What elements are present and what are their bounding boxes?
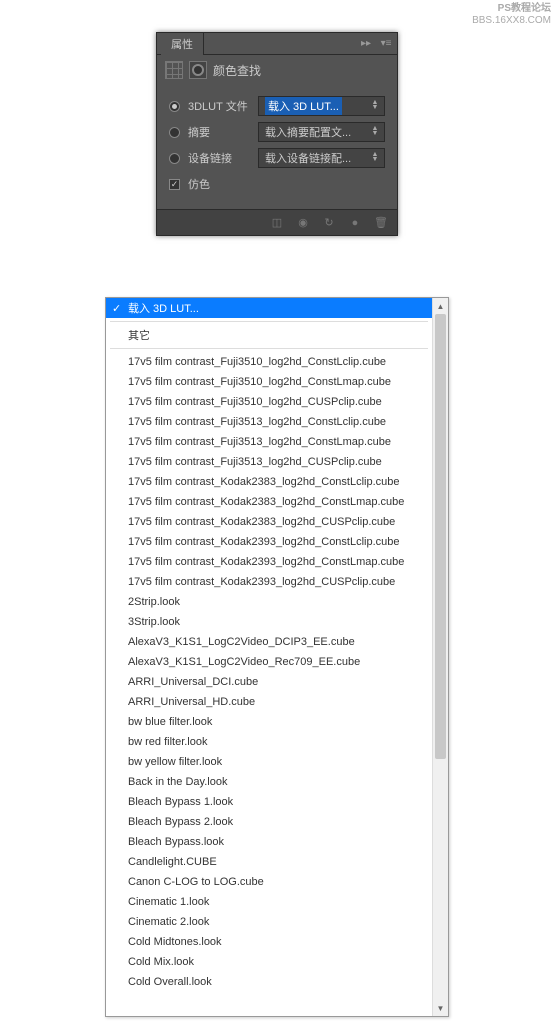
dropdown-devicelink-value: 载入设备链接配...: [265, 150, 351, 166]
properties-panel: 属性 ▸▸ ▾≡ 颜色查找 3DLUT 文件 载入 3D LUT... ▲▼ 摘…: [156, 32, 398, 236]
radio-abstract[interactable]: [169, 127, 180, 138]
stepper-icon: ▲▼: [368, 101, 382, 111]
list-item[interactable]: Bleach Bypass 1.look: [106, 792, 432, 812]
dropdown-abstract[interactable]: 载入摘要配置文... ▲▼: [258, 122, 385, 142]
panel-body: 3DLUT 文件 载入 3D LUT... ▲▼ 摘要 载入摘要配置文... ▲…: [157, 85, 397, 209]
list-item[interactable]: 3Strip.look: [106, 612, 432, 632]
watermark-line1: PS教程论坛: [472, 3, 551, 15]
list-item[interactable]: 17v5 film contrast_Kodak2383_log2hd_Cons…: [106, 472, 432, 492]
panel-tab-properties[interactable]: 属性: [161, 33, 204, 55]
panel-subheader: 颜色查找: [157, 55, 397, 85]
clip-icon[interactable]: ◫: [269, 216, 285, 230]
panel-title: 颜色查找: [213, 62, 261, 79]
list-item[interactable]: bw red filter.look: [106, 732, 432, 752]
lut-dropdown-list: 载入 3D LUT... 其它 17v5 film contrast_Fuji3…: [105, 297, 449, 1017]
dropdown-3dlut[interactable]: 载入 3D LUT... ▲▼: [258, 96, 385, 116]
radio-devicelink[interactable]: [169, 153, 180, 164]
checkbox-dither[interactable]: ✓: [169, 179, 180, 190]
list-item[interactable]: ARRI_Universal_HD.cube: [106, 692, 432, 712]
list-item[interactable]: Bleach Bypass.look: [106, 832, 432, 852]
list-item[interactable]: Cold Mix.look: [106, 952, 432, 972]
list-item[interactable]: bw blue filter.look: [106, 712, 432, 732]
list-item[interactable]: Canon C-LOG to LOG.cube: [106, 872, 432, 892]
radio-3dlut[interactable]: [169, 101, 180, 112]
adjustment-icon[interactable]: [189, 61, 207, 79]
list-item[interactable]: 17v5 film contrast_Fuji3513_log2hd_Const…: [106, 412, 432, 432]
divider: [110, 321, 428, 322]
scrollbar[interactable]: ▲ ▼: [432, 298, 448, 1016]
list-item[interactable]: Cold Midtones.look: [106, 932, 432, 952]
list-item-load3dlut[interactable]: 载入 3D LUT...: [106, 298, 432, 318]
list-item[interactable]: Bleach Bypass 2.look: [106, 812, 432, 832]
list-content: 载入 3D LUT... 其它 17v5 film contrast_Fuji3…: [106, 298, 432, 1016]
list-item[interactable]: 17v5 film contrast_Fuji3510_log2hd_CUSPc…: [106, 392, 432, 412]
trash-icon[interactable]: 🗑: [373, 216, 389, 230]
list-item-other[interactable]: 其它: [106, 325, 432, 345]
list-item[interactable]: 17v5 film contrast_Fuji3510_log2hd_Const…: [106, 352, 432, 372]
dropdown-3dlut-value: 载入 3D LUT...: [265, 97, 342, 115]
collapse-icon[interactable]: ▸▸: [359, 37, 373, 51]
panel-header: 属性 ▸▸ ▾≡: [157, 33, 397, 55]
label-devicelink: 设备链接: [188, 150, 250, 166]
list-item[interactable]: Candlelight.CUBE: [106, 852, 432, 872]
list-item[interactable]: 17v5 film contrast_Kodak2393_log2hd_CUSP…: [106, 572, 432, 592]
stepper-icon: ▲▼: [368, 127, 382, 137]
view-icon[interactable]: ◉: [295, 216, 311, 230]
row-dither: ✓ 仿色: [169, 171, 385, 197]
list-item[interactable]: Cold Overall.look: [106, 972, 432, 992]
list-item[interactable]: Cinematic 2.look: [106, 912, 432, 932]
reset-icon[interactable]: ↻: [321, 216, 337, 230]
watermark: PS教程论坛 BBS.16XX8.COM: [472, 3, 551, 27]
list-item[interactable]: ARRI_Universal_DCI.cube: [106, 672, 432, 692]
list-item[interactable]: 17v5 film contrast_Fuji3513_log2hd_CUSPc…: [106, 452, 432, 472]
stepper-icon: ▲▼: [368, 153, 382, 163]
list-item[interactable]: AlexaV3_K1S1_LogC2Video_DCIP3_EE.cube: [106, 632, 432, 652]
row-3dlut: 3DLUT 文件 载入 3D LUT... ▲▼: [169, 93, 385, 119]
panel-footer: ◫ ◉ ↻ ● 🗑: [157, 209, 397, 235]
list-item[interactable]: 17v5 film contrast_Fuji3513_log2hd_Const…: [106, 432, 432, 452]
dropdown-devicelink[interactable]: 载入设备链接配... ▲▼: [258, 148, 385, 168]
scroll-up-icon[interactable]: ▲: [433, 298, 448, 314]
list-item[interactable]: 17v5 film contrast_Fuji3510_log2hd_Const…: [106, 372, 432, 392]
list-item[interactable]: Back in the Day.look: [106, 772, 432, 792]
list-item[interactable]: 17v5 film contrast_Kodak2393_log2hd_Cons…: [106, 532, 432, 552]
label-abstract: 摘要: [188, 124, 250, 140]
divider: [110, 348, 428, 349]
dropdown-abstract-value: 载入摘要配置文...: [265, 124, 351, 140]
list-item[interactable]: 17v5 film contrast_Kodak2393_log2hd_Cons…: [106, 552, 432, 572]
row-devicelink: 设备链接 载入设备链接配... ▲▼: [169, 145, 385, 171]
scroll-down-icon[interactable]: ▼: [433, 1000, 448, 1016]
list-item[interactable]: AlexaV3_K1S1_LogC2Video_Rec709_EE.cube: [106, 652, 432, 672]
list-item[interactable]: 17v5 film contrast_Kodak2383_log2hd_Cons…: [106, 492, 432, 512]
label-dither: 仿色: [188, 176, 250, 192]
label-3dlut: 3DLUT 文件: [188, 98, 250, 114]
list-item[interactable]: 2Strip.look: [106, 592, 432, 612]
list-item[interactable]: 17v5 film contrast_Kodak2383_log2hd_CUSP…: [106, 512, 432, 532]
list-item[interactable]: bw yellow filter.look: [106, 752, 432, 772]
row-abstract: 摘要 载入摘要配置文... ▲▼: [169, 119, 385, 145]
menu-icon[interactable]: ▾≡: [379, 37, 393, 51]
list-item[interactable]: Cinematic 1.look: [106, 892, 432, 912]
scroll-thumb[interactable]: [435, 314, 446, 759]
watermark-line2: BBS.16XX8.COM: [472, 15, 551, 27]
visibility-icon[interactable]: ●: [347, 216, 363, 230]
grid-icon[interactable]: [165, 61, 183, 79]
